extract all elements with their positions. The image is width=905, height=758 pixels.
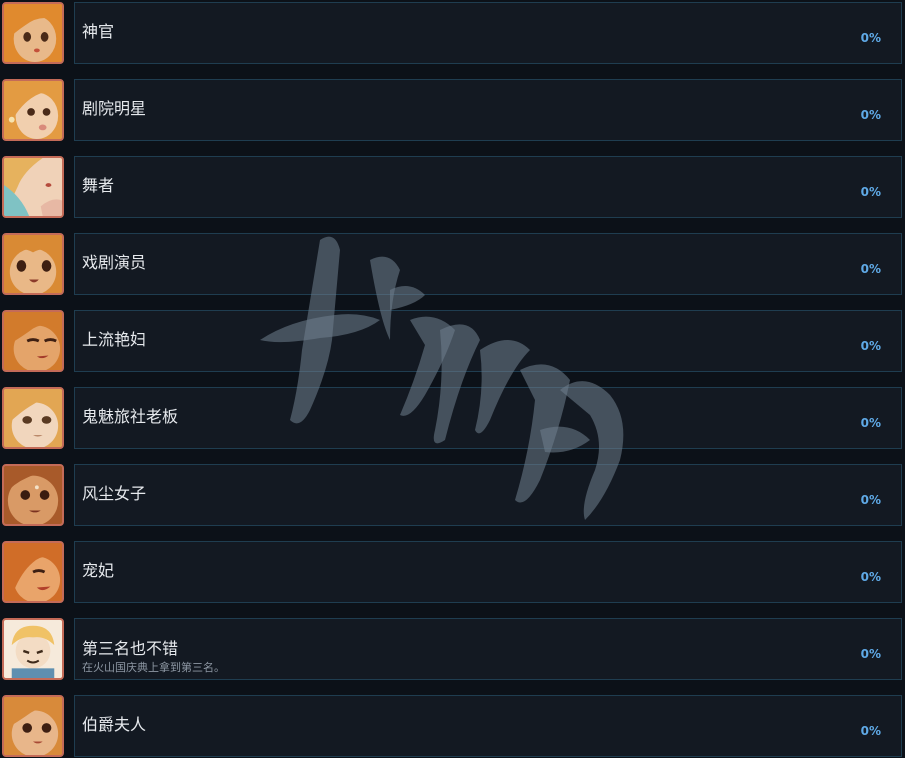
achievement-row: 上流艳妇 0% [0,308,905,373]
achievement-title: 宠妃 [82,561,115,580]
achievement-title: 第三名也不错 [82,639,179,658]
achievement-icon [2,156,64,218]
achievement-panel: 伯爵夫人 0% [74,695,902,757]
achievement-icon [2,310,64,372]
achievement-title: 鬼魅旅社老板 [82,407,179,426]
achievement-panel: 舞者 0% [74,156,902,218]
achievement-percent: 0% [860,647,881,661]
achievement-percent: 0% [860,339,881,353]
achievement-percent: 0% [860,416,881,430]
achievement-icon [2,2,64,64]
achievement-panel: 风尘女子 0% [74,464,902,526]
achievement-percent: 0% [860,31,881,45]
achievement-panel: 宠妃 0% [74,541,902,603]
achievement-icon [2,618,64,680]
achievement-title: 上流艳妇 [82,330,147,349]
achievement-title: 伯爵夫人 [82,715,147,734]
achievement-percent: 0% [860,493,881,507]
achievement-row: 伯爵夫人 0% [0,693,905,758]
achievement-row: 第三名也不错 在火山国庆典上拿到第三名。 0% [0,616,905,681]
achievement-panel: 鬼魅旅社老板 0% [74,387,902,449]
achievement-row: 宠妃 0% [0,539,905,604]
achievement-row: 舞者 0% [0,154,905,219]
achievement-panel: 剧院明星 0% [74,79,902,141]
achievement-percent: 0% [860,262,881,276]
achievement-description: 在火山国庆典上拿到第三名。 [82,661,225,674]
achievement-panel: 上流艳妇 0% [74,310,902,372]
achievement-row: 鬼魅旅社老板 0% [0,385,905,450]
achievement-title: 神官 [82,22,115,41]
achievement-row: 戏剧演员 0% [0,231,905,296]
achievement-title: 剧院明星 [82,99,147,118]
achievement-icon [2,695,64,757]
achievement-percent: 0% [860,108,881,122]
achievement-row: 神官 0% [0,0,905,65]
achievement-icon [2,387,64,449]
achievement-icon [2,464,64,526]
achievement-panel: 第三名也不错 在火山国庆典上拿到第三名。 0% [74,618,902,680]
achievement-percent: 0% [860,185,881,199]
achievement-panel: 戏剧演员 0% [74,233,902,295]
achievement-list: 神官 0% 剧院明星 0% 舞者 0% 戏剧演员 0% 上流艳妇 0% 鬼魅旅社… [0,0,905,757]
achievement-row: 剧院明星 0% [0,77,905,142]
achievement-icon [2,233,64,295]
achievement-percent: 0% [860,724,881,738]
achievement-title: 戏剧演员 [82,253,147,272]
achievement-percent: 0% [860,570,881,584]
achievement-title: 风尘女子 [82,484,147,503]
achievement-title: 舞者 [82,176,115,195]
achievement-icon [2,79,64,141]
achievement-panel: 神官 0% [74,2,902,64]
achievement-row: 风尘女子 0% [0,462,905,527]
achievement-icon [2,541,64,603]
